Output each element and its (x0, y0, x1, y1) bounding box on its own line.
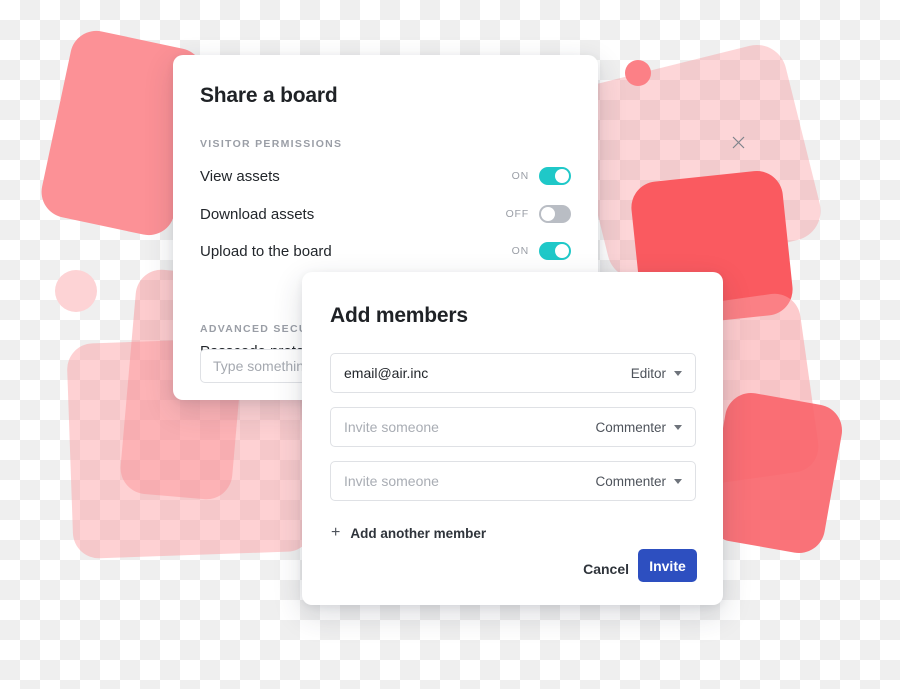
canvas: Share a board VISITOR PERMISSIONS View a… (0, 0, 900, 689)
chevron-down-icon (674, 424, 682, 430)
permission-label: Download assets (200, 205, 315, 223)
member-role-select[interactable]: Commenter (595, 420, 682, 435)
permission-row-upload-to-board: Upload to the board ON (200, 240, 571, 262)
add-another-member-button[interactable]: + Add another member (331, 525, 486, 541)
visitor-permissions-label: VISITOR PERMISSIONS (200, 138, 343, 150)
member-role-label: Commenter (595, 419, 666, 435)
plus-icon: + (331, 524, 341, 541)
permission-state: OFF (505, 208, 529, 220)
decorative-shape-coral-circle (625, 60, 651, 86)
add-another-member-label: Add another member (350, 525, 487, 541)
close-icon[interactable] (725, 129, 751, 155)
member-email-input[interactable]: Invite someone (344, 473, 595, 489)
member-role-select[interactable]: Commenter (595, 474, 682, 489)
member-role-label: Editor (630, 365, 666, 381)
add-members-dialog: Add members email@air.inc Editor Invite … (302, 272, 723, 605)
invite-button[interactable]: Invite (638, 549, 697, 582)
decorative-shape-pink-rotated (567, 38, 827, 286)
permission-state: ON (511, 170, 529, 182)
permission-state: ON (511, 245, 529, 257)
permission-label: View assets (200, 167, 280, 185)
add-members-dialog-title: Add members (330, 304, 468, 327)
chevron-down-icon (674, 478, 682, 484)
decorative-shape-red-lower (703, 388, 847, 558)
toggle-view-assets[interactable] (539, 167, 571, 185)
permission-label: Upload to the board (200, 242, 332, 260)
decorative-shape-pink-circle (55, 270, 97, 312)
member-row: Invite someone Commenter (330, 407, 696, 447)
permission-row-view-assets: View assets ON (200, 165, 571, 187)
toggle-download-assets[interactable] (539, 205, 571, 223)
member-email-input[interactable]: Invite someone (344, 419, 595, 435)
toggle-upload-to-board[interactable] (539, 242, 571, 260)
toggle-knob (555, 244, 569, 258)
member-row: email@air.inc Editor (330, 353, 696, 393)
member-role-select[interactable]: Editor (631, 366, 682, 381)
toggle-knob (555, 169, 569, 183)
share-dialog-title: Share a board (200, 84, 338, 107)
member-email-input[interactable]: email@air.inc (344, 365, 631, 381)
toggle-knob (541, 207, 555, 221)
chevron-down-icon (674, 370, 682, 376)
member-row: Invite someone Commenter (330, 461, 696, 501)
permission-row-download-assets: Download assets OFF (200, 203, 571, 225)
member-role-label: Commenter (595, 473, 666, 489)
cancel-button[interactable]: Cancel (579, 553, 633, 585)
